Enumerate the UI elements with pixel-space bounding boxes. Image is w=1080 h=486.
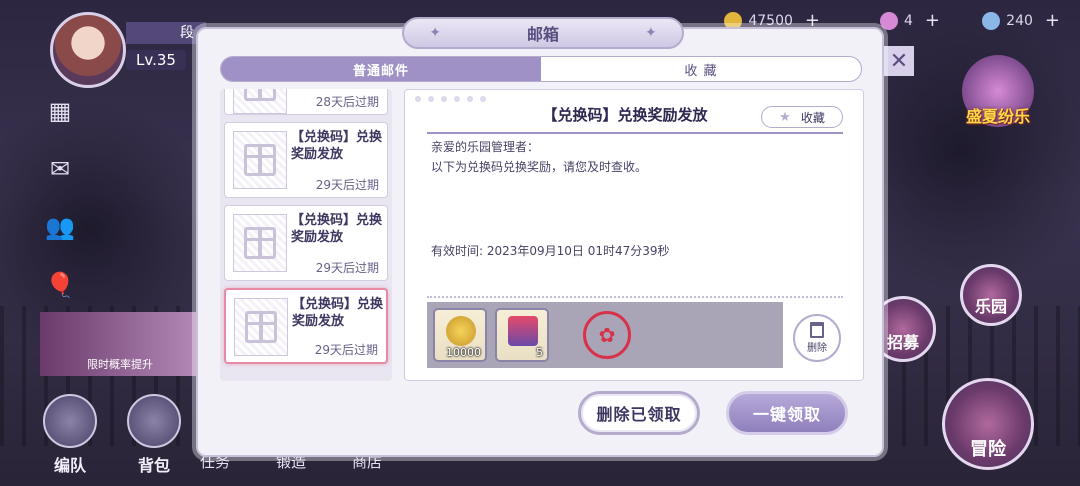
paradise-label: 乐园 [974, 297, 1007, 316]
grid-menu-icon[interactable]: ▦ [44, 96, 76, 126]
chess-knight-icon [43, 394, 97, 448]
mail-greeting: 亲爱的乐园管理者： [431, 140, 540, 154]
tab-favorites[interactable]: 收 藏 [541, 57, 861, 81]
sparkle-icon: ✦ [429, 25, 441, 41]
favorite-button[interactable]: ★ 收藏 [761, 106, 843, 128]
paradise-button[interactable]: 乐园 [960, 264, 1022, 326]
adventure-label: 冒险 [970, 439, 1006, 460]
supply-can-icon [508, 316, 538, 346]
mail-subject: 【兑换码】兑换奖励发放 [292, 297, 384, 329]
gold-coin-icon [446, 316, 476, 346]
gift-box-icon [233, 89, 287, 114]
reward-item[interactable]: 5 [495, 308, 549, 362]
gift-box-icon [233, 214, 287, 272]
dotted-divider [427, 296, 843, 298]
banner-subtitle: 限时概率提升 [87, 358, 153, 371]
bottom-nav: 编队 背包 [40, 394, 184, 476]
event-label: 盛夏纷乐 [965, 107, 1030, 126]
tab-normal-mail[interactable]: 普通邮件 [221, 57, 541, 81]
recruit-label: 招募 [886, 333, 919, 352]
event-badge[interactable]: 盛夏纷乐 [946, 55, 1050, 145]
reward-qty: 10000 [446, 346, 481, 359]
mail-item[interactable]: 28天后过期 [224, 89, 388, 115]
delete-label: 删除 [807, 343, 827, 354]
mail-tabs: 普通邮件 收 藏 [220, 56, 862, 82]
diamond-b-counter: 240 + [950, 10, 1060, 31]
diamond-a-value: 4 [903, 12, 913, 29]
delete-claimed-button[interactable]: 删除已领取 [578, 391, 700, 435]
favorite-label: 收藏 [800, 110, 825, 125]
star-icon: ★ [779, 109, 791, 125]
claimed-stamp-icon: ✿ [583, 311, 631, 359]
player-avatar[interactable] [50, 12, 126, 88]
nav-formation[interactable]: 编队 [40, 394, 100, 476]
pink-diamond-icon [879, 11, 898, 30]
player-level: Lv.35 [126, 50, 186, 70]
title-divider [427, 132, 843, 134]
diamond-b-value: 240 [1006, 12, 1033, 29]
add-diamond-a-button[interactable]: + [925, 10, 940, 31]
player-name: 段 [126, 22, 206, 44]
sparkle-icon: ✦ [645, 25, 657, 41]
balloon-icon[interactable]: 🎈 [44, 270, 76, 300]
nav-backpack-label: 背包 [137, 456, 170, 475]
mail-expire: 29天后过期 [314, 343, 378, 357]
reward-tray: 10000 5 ✿ [427, 302, 783, 368]
mail-expire: 29天后过期 [315, 178, 379, 192]
mail-expire: 28天后过期 [315, 95, 379, 109]
friends-icon[interactable]: 👥 [44, 212, 76, 242]
trash-icon [810, 322, 824, 338]
nav-formation-label: 编队 [53, 456, 86, 475]
dialog-title: 邮箱 [526, 25, 559, 44]
dialog-title-bar: ✦ 邮箱 ✦ [402, 17, 684, 49]
decorative-dots [415, 96, 486, 102]
add-diamond-b-button[interactable]: + [1045, 10, 1060, 31]
gacha-banner[interactable]: 限时概率提升 [40, 312, 200, 376]
gift-box-icon [234, 298, 288, 356]
mail-icon[interactable]: ✉ [44, 154, 76, 184]
mail-item[interactable]: 【兑换码】兑换奖励发放 29天后过期 [224, 122, 388, 198]
claim-all-button[interactable]: 一键领取 [726, 391, 848, 435]
backpack-icon [127, 394, 181, 448]
mail-subject: 【兑换码】兑换奖励发放 [291, 130, 383, 162]
valid-time: 有效时间: 2023年09月10日 01时47分39秒 [431, 244, 670, 258]
reward-qty: 5 [536, 346, 543, 359]
mail-expire: 29天后过期 [315, 261, 379, 275]
mail-body: 以下为兑换码兑换奖励，请您及时查收。 [431, 160, 648, 174]
blue-diamond-icon [982, 11, 1001, 30]
mail-item[interactable]: 【兑换码】兑换奖励发放 29天后过期 [224, 205, 388, 281]
mail-subject: 【兑换码】兑换奖励发放 [291, 213, 383, 245]
nav-backpack[interactable]: 背包 [124, 394, 184, 476]
mail-list[interactable]: 28天后过期 【兑换码】兑换奖励发放 29天后过期 【兑换码】兑换奖励发放 29… [220, 89, 392, 381]
mail-item-selected[interactable]: 【兑换码】兑换奖励发放 29天后过期 [224, 288, 388, 364]
reward-item[interactable]: 10000 [433, 308, 487, 362]
mailbox-dialog: ✦ 邮箱 ✦ 普通邮件 收 藏 28天后过期 【兑换码】兑换奖励发放 29天后过… [196, 17, 884, 457]
delete-mail-button[interactable]: 删除 [793, 314, 841, 362]
adventure-button[interactable]: 冒险 [942, 378, 1034, 470]
close-button[interactable]: ✕ [884, 46, 914, 76]
mail-detail: 【兑换码】兑换奖励发放 ★ 收藏 亲爱的乐园管理者： 以下为兑换码兑换奖励，请您… [404, 89, 864, 381]
gift-box-icon [233, 131, 287, 189]
